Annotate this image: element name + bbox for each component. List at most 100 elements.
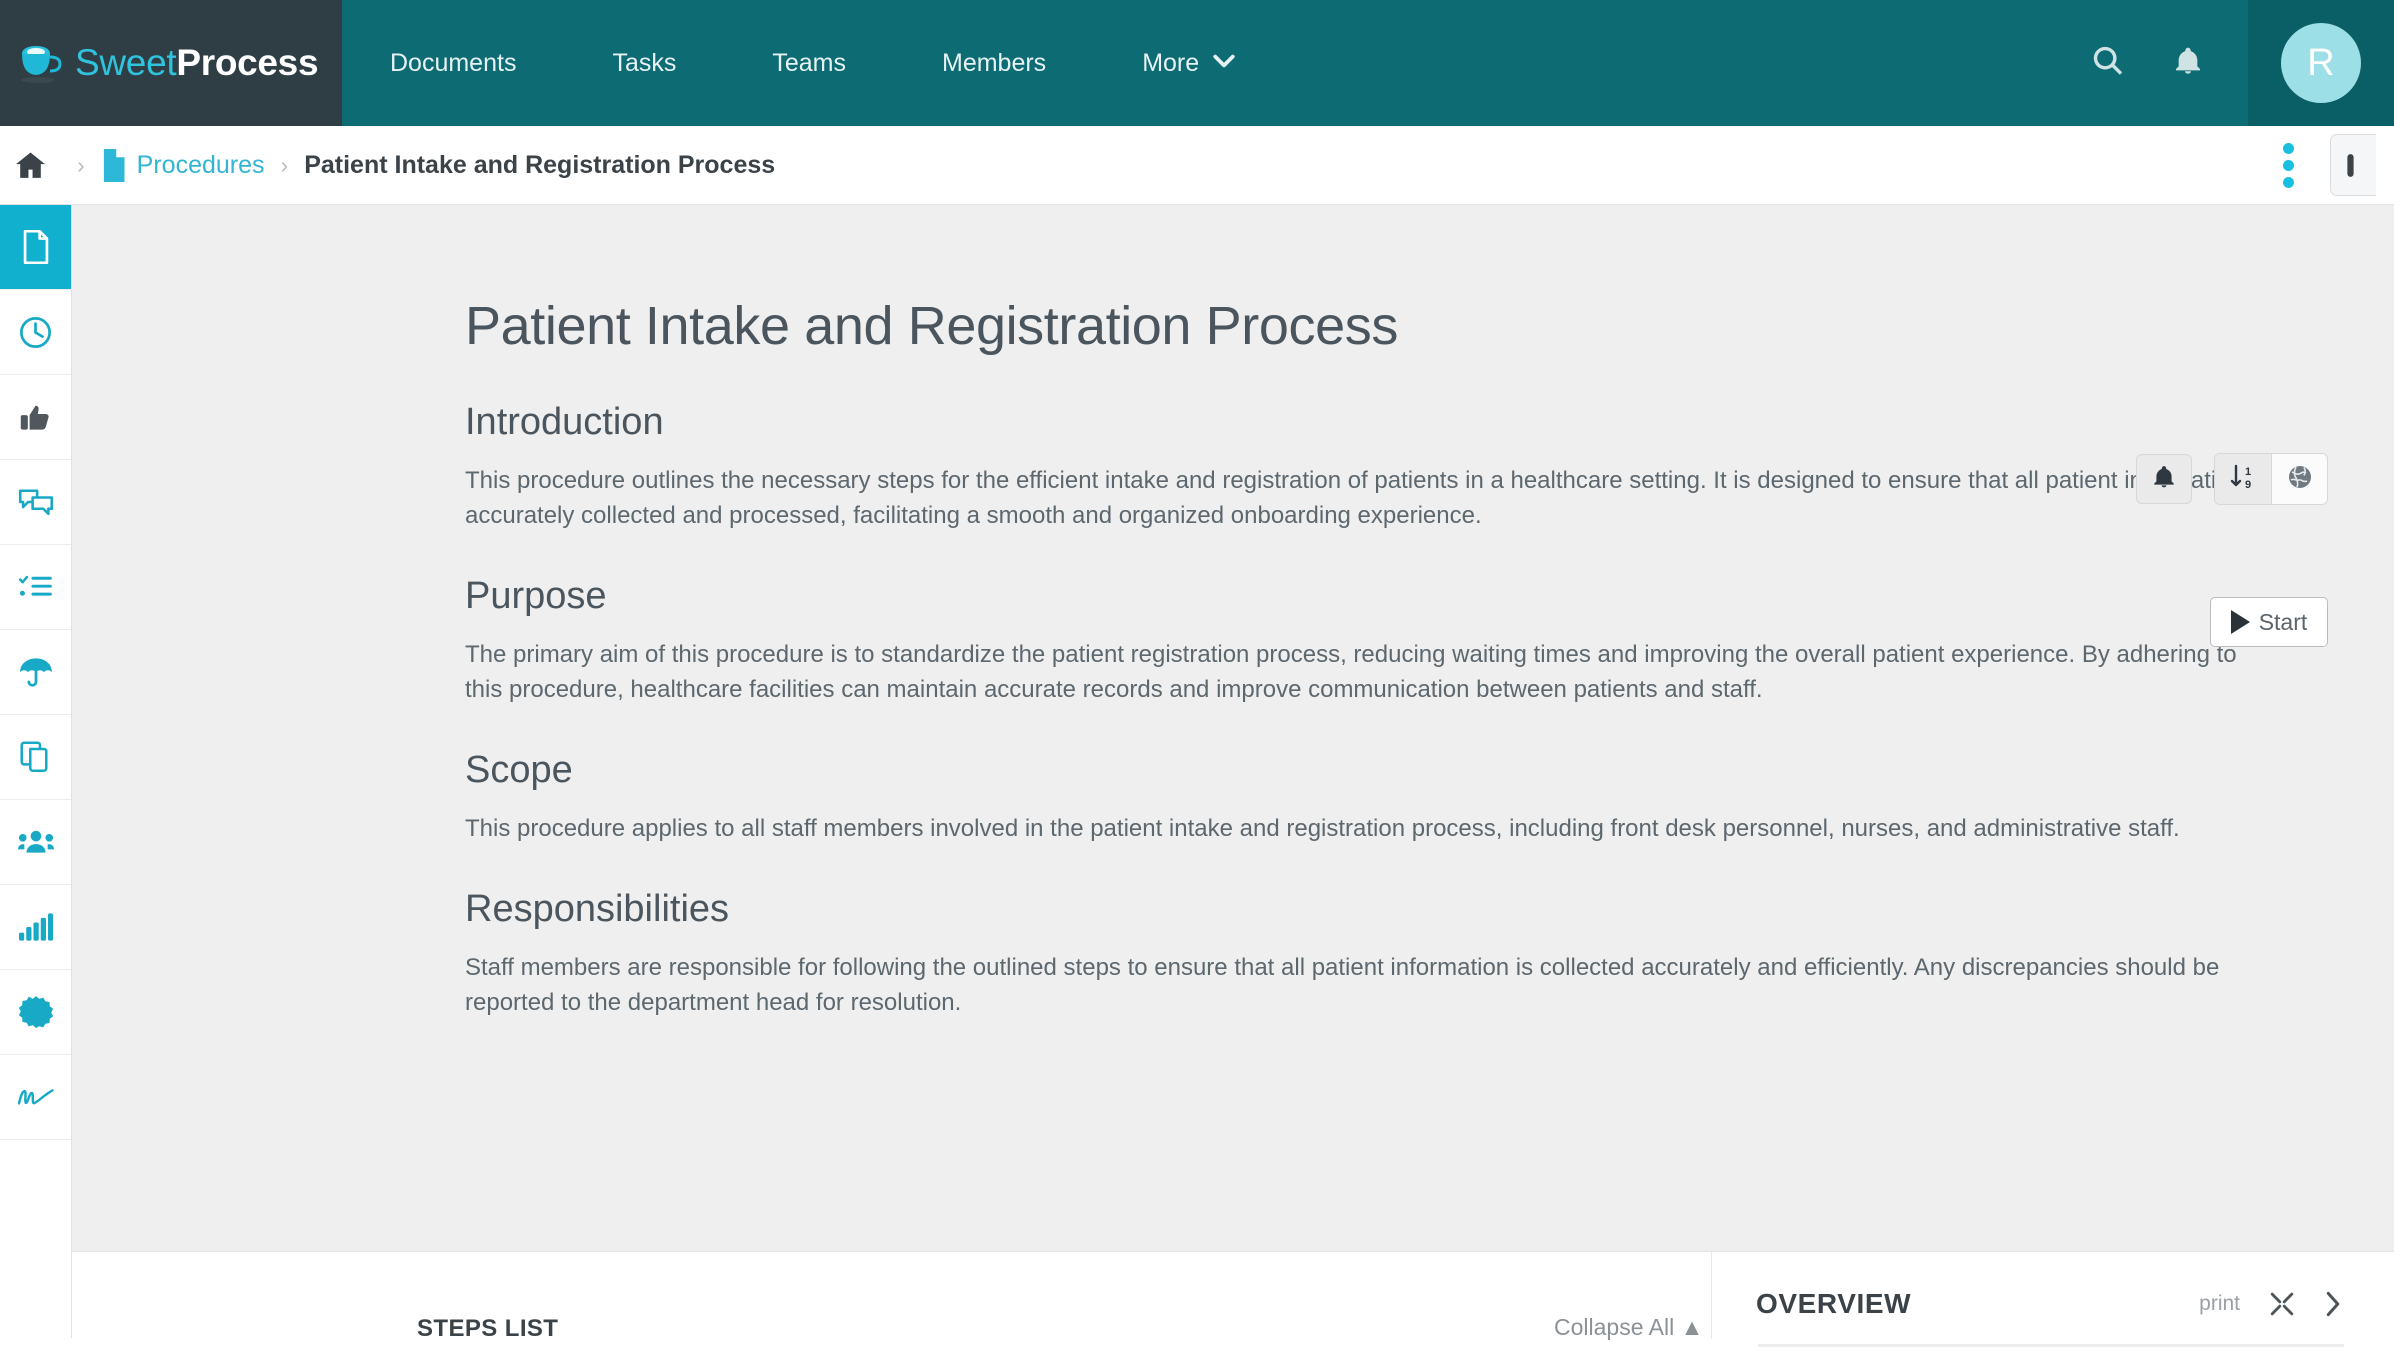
- section-heading: Purpose: [465, 575, 607, 618]
- svg-text:1: 1: [2245, 466, 2251, 478]
- sidebar-item-settings[interactable]: [0, 970, 71, 1055]
- more-vertical-icon[interactable]: [2265, 131, 2312, 200]
- brand-wordmark-light: Sweet: [75, 42, 177, 83]
- user-menu[interactable]: R: [2248, 0, 2394, 126]
- nav-item-label: Tasks: [612, 48, 677, 77]
- document-section: Scope This procedure applies to all staf…: [465, 749, 2272, 846]
- nav-right-actions: R: [2068, 0, 2394, 126]
- breadcrumb-parent-link[interactable]: Procedures: [137, 151, 265, 180]
- chevron-down-icon: [1213, 52, 1235, 74]
- sort-button[interactable]: 1 9: [2215, 454, 2271, 504]
- page-title: Patient Intake and Registration Process: [465, 296, 1398, 356]
- primary-nav-items: Documents Tasks Teams Members More: [342, 0, 1283, 126]
- steps-list-panel: STEPS LIST Collapse All ▲: [72, 1252, 1712, 1342]
- left-sidebar: [0, 205, 72, 1338]
- sidebar-item-approvals[interactable]: [0, 375, 71, 460]
- section-body: Staff members are responsible for follow…: [465, 954, 2220, 1017]
- signature-icon: [17, 1085, 54, 1109]
- avatar[interactable]: R: [2281, 23, 2361, 103]
- breadcrumb-separator: ›: [77, 151, 85, 178]
- nav-item-label: Documents: [390, 48, 517, 77]
- bell-icon: [2151, 464, 2177, 495]
- notify-button[interactable]: [2136, 454, 2192, 504]
- nav-item-label: Teams: [772, 48, 846, 77]
- sidebar-item-duplicate[interactable]: [0, 715, 71, 800]
- checklist-icon: [18, 573, 53, 601]
- nav-item-more[interactable]: More: [1094, 0, 1283, 126]
- collapse-all-button[interactable]: Collapse All ▲: [1554, 1314, 1703, 1341]
- kebab-dot: [2283, 176, 2294, 188]
- brand-logo[interactable]: SweetProcess: [0, 0, 342, 126]
- breadcrumb-actions: [2265, 131, 2376, 200]
- clock-icon: [19, 316, 52, 349]
- document-icon: [101, 148, 126, 182]
- kebab-dot: [2283, 159, 2294, 171]
- brand-wordmark: SweetProcess: [75, 42, 319, 84]
- document-content-area: 1 9 Start Patient Intake and Registratio…: [72, 205, 2394, 1251]
- notifications-button[interactable]: [2148, 0, 2228, 126]
- sidebar-item-reports[interactable]: [0, 885, 71, 970]
- search-icon: [2091, 44, 2125, 83]
- section-heading: Responsibilities: [465, 888, 730, 931]
- bar-chart-icon: [18, 913, 53, 941]
- section-heading: Scope: [465, 749, 573, 792]
- sidebar-item-teams[interactable]: [0, 800, 71, 885]
- overview-tools: print: [2199, 1291, 2394, 1317]
- home-icon[interactable]: [14, 149, 47, 182]
- document-action-buttons: 1 9: [2136, 453, 2328, 505]
- breadcrumb-current-title: Patient Intake and Registration Process: [304, 150, 776, 179]
- sidebar-item-tasks[interactable]: [0, 545, 71, 630]
- bell-icon: [2172, 45, 2204, 82]
- section-body: This procedure applies to all staff memb…: [465, 815, 2180, 843]
- overview-title: OVERVIEW: [1756, 1288, 1912, 1319]
- sidebar-item-history[interactable]: [0, 290, 71, 375]
- overview-panel: OVERVIEW print: [1712, 1252, 2394, 1347]
- sidebar-item-document[interactable]: [0, 205, 71, 290]
- section-body: The primary aim of this procedure is to …: [465, 641, 2237, 704]
- sort-numeric-icon: 1 9: [2230, 464, 2256, 495]
- panel-toggle-button[interactable]: [2330, 134, 2376, 196]
- document-section: Responsibilities Staff members are respo…: [465, 888, 2272, 1020]
- breadcrumb: › Procedures › Patient Intake and Regist…: [0, 126, 2394, 205]
- globe-icon: [2287, 464, 2313, 495]
- sidebar-item-comments[interactable]: [0, 460, 71, 545]
- search-button[interactable]: [2068, 0, 2148, 126]
- document-section: Purpose The primary aim of this procedur…: [465, 575, 2272, 707]
- copy-icon: [19, 741, 52, 773]
- svg-text:9: 9: [2245, 479, 2251, 490]
- view-mode-group: 1 9: [2214, 453, 2328, 505]
- users-icon: [17, 829, 54, 855]
- print-button[interactable]: print: [2199, 1292, 2240, 1316]
- umbrella-icon: [19, 656, 53, 688]
- play-icon: [2230, 610, 2250, 634]
- chat-bubbles-icon: [18, 487, 54, 517]
- publish-globe-button[interactable]: [2271, 454, 2327, 504]
- nav-item-teams[interactable]: Teams: [724, 0, 894, 126]
- badge-gear-icon: [18, 995, 53, 1029]
- document-section: Introduction This procedure outlines the…: [465, 401, 2272, 533]
- top-navigation-bar: SweetProcess Documents Tasks Teams Membe…: [0, 0, 2394, 126]
- nav-item-members[interactable]: Members: [894, 0, 1094, 126]
- sidebar-item-policies[interactable]: [0, 630, 71, 715]
- nav-item-label: Members: [942, 48, 1047, 77]
- document-body: Patient Intake and Registration Process …: [72, 205, 2272, 1020]
- sidebar-item-signature[interactable]: [0, 1055, 71, 1140]
- thumbs-up-icon: [19, 402, 52, 433]
- nav-item-label: More: [1142, 48, 1200, 77]
- expand-icon[interactable]: [2270, 1292, 2294, 1316]
- start-button-label: Start: [2258, 608, 2308, 635]
- overview-header: OVERVIEW print: [1756, 1288, 2394, 1320]
- coffee-cup-icon: [14, 40, 66, 86]
- section-heading: Introduction: [465, 401, 664, 443]
- chevron-right-icon[interactable]: [2324, 1291, 2342, 1317]
- bottom-panels: STEPS LIST Collapse All ▲ OVERVIEW print: [72, 1251, 2394, 1347]
- nav-item-tasks[interactable]: Tasks: [564, 0, 724, 126]
- brand-wordmark-bold: Process: [176, 42, 319, 83]
- section-body: This procedure outlines the necessary st…: [465, 467, 2267, 530]
- kebab-dot: [2283, 142, 2294, 154]
- start-button[interactable]: Start: [2210, 597, 2328, 647]
- steps-list-heading: STEPS LIST: [417, 1315, 559, 1342]
- nav-item-documents[interactable]: Documents: [342, 0, 564, 126]
- breadcrumb-separator: ›: [280, 151, 289, 178]
- document-icon: [21, 230, 51, 264]
